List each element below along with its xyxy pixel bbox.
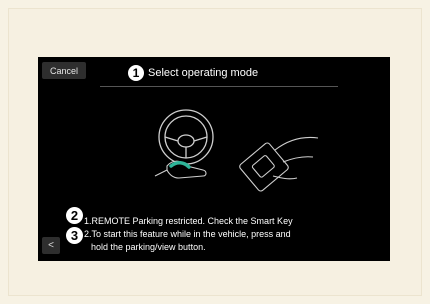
callout-marker-2: 2	[66, 207, 83, 224]
title-row: 1 Select operating mode	[128, 65, 258, 81]
back-button[interactable]: <	[42, 237, 60, 254]
hand-icon	[154, 160, 207, 179]
title-divider	[100, 86, 338, 87]
smart-key-icon	[239, 136, 319, 192]
steering-wheel-icon	[158, 109, 214, 165]
callout-marker-3: 3	[66, 227, 83, 244]
message-line-2: 2.To start this feature while in the veh…	[84, 229, 291, 239]
callout-marker-1: 1	[128, 65, 144, 81]
cancel-button[interactable]: Cancel	[42, 62, 86, 79]
message-line-1: 1.REMOTE Parking restricted. Check the S…	[84, 216, 293, 226]
illustration	[154, 109, 319, 192]
infotainment-screen: Cancel 1 Select operating mode 2 1.REMOT…	[38, 57, 390, 261]
message-line-3: hold the parking/view button.	[91, 242, 206, 252]
page-title: Select operating mode	[148, 67, 259, 79]
